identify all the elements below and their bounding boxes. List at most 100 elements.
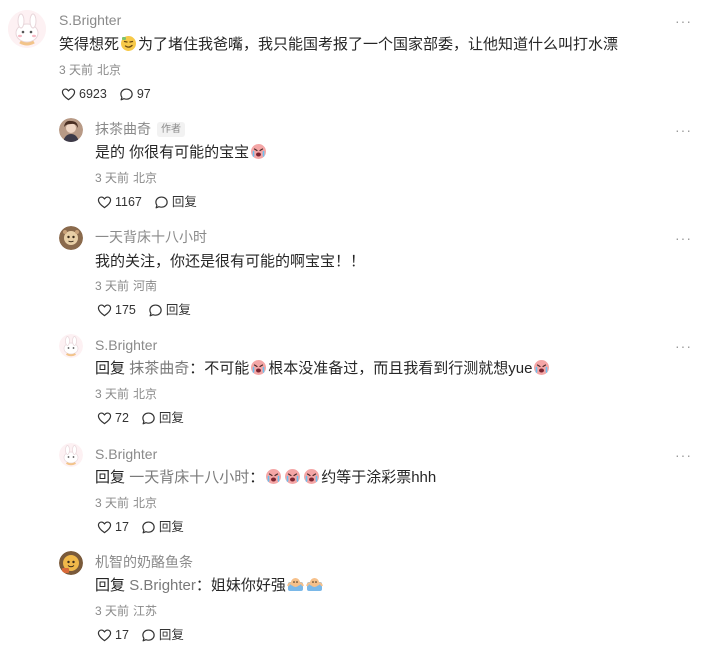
comment-actions: 1167 回复 [97,194,197,210]
speech-bubble-icon [142,411,155,424]
comment-meta: 3 天前 北京 [95,170,157,186]
location: 北京 [133,387,158,401]
crying-face-emoji-icon [284,468,301,485]
avatar[interactable] [8,10,46,48]
author-badge: 作者 [157,122,185,137]
timestamp: 3 天前 [95,604,130,618]
flexing-emoji-icon [305,576,323,593]
speech-bubble-icon [149,303,162,316]
reply-button[interactable]: 回复 [141,410,184,426]
timestamp: 3 天前 [95,279,130,293]
speech-bubble-icon [142,520,155,533]
comment-actions: 17 回复 [97,627,184,643]
comment-meta: 3 天前 北京 [95,386,157,402]
reply-button[interactable]: 回复 [141,627,184,643]
reply-label: 回复 [158,628,184,642]
reply-button[interactable]: 回复 [154,194,197,210]
reply-count-button[interactable]: 97 [119,86,151,102]
comment-text: 回复 一天背床十八小时： 约等于涂彩票hhh [95,468,437,486]
heart-outline-icon [97,303,112,316]
heart-outline-icon [61,87,76,100]
speech-bubble-icon [142,628,155,641]
like-count: 72 [115,411,129,425]
reply-comment: S.Brighter ··· 回复 一天背床十八小时： 约等于涂彩票hhh 3 天… [0,435,704,545]
reply-comment: 机智的奶酪鱼条 回复 S.Brighter：姐妹你好强 3 天前 江苏 17 回复 [0,543,704,652]
heart-outline-icon [97,628,112,641]
comment-text: 回复 S.Brighter：姐妹你好强 [95,576,324,596]
comment-meta: 3 天前 北京 [95,495,157,511]
flexing-emoji-icon [286,576,304,593]
timestamp: 3 天前 [95,171,130,185]
avatar[interactable] [59,551,83,575]
reply-to-user-link[interactable]: 抹茶曲奇 [129,360,189,377]
comment-actions: 17 回复 [97,519,184,535]
avatar[interactable] [59,334,83,358]
like-count: 175 [115,303,136,317]
reply-comment: S.Brighter ··· 回复 抹茶曲奇：不可能 根本没准备过，而且我看到行测… [0,326,704,436]
avatar[interactable] [59,226,83,250]
reply-button[interactable]: 回复 [141,519,184,535]
heart-outline-icon [97,195,112,208]
timestamp: 3 天前 [59,63,94,77]
like-button[interactable]: 1167 [97,194,142,210]
location: 江苏 [133,604,158,618]
reply-comment: 抹茶曲奇 作者 ··· 是的 你很有可能的宝宝 3 天前 北京 1167 回复 [0,110,704,220]
reply-to-user-link[interactable]: S.Brighter [129,577,196,594]
timestamp: 3 天前 [95,387,130,401]
username[interactable]: 抹茶曲奇 作者 [95,120,185,138]
username[interactable]: S.Brighter [59,11,121,29]
more-options-icon[interactable]: ··· [675,339,692,353]
like-button[interactable]: 175 [97,302,136,318]
comment-meta: 3 天前 江苏 [95,603,157,619]
like-button[interactable]: 6923 [61,86,107,102]
reply-button[interactable]: 回复 [148,302,191,318]
username[interactable]: S.Brighter [95,336,157,354]
heart-outline-icon [97,411,112,424]
crying-face-emoji-icon [303,468,320,485]
comment-top-level: S.Brighter ··· 笑得想死 为了堵住我爸嘴，我只能国考报了一个国家部委… [0,0,704,110]
location: 北京 [97,63,122,77]
comment-text: 我的关注，你还是很有可能的啊宝宝！！ [95,253,366,270]
reply-comment: 一天背床十八小时 ··· 我的关注，你还是很有可能的啊宝宝！！ 3 天前 河南 1… [0,218,704,328]
more-options-icon[interactable]: ··· [675,123,692,137]
speech-bubble-icon [155,195,168,208]
more-options-icon[interactable]: ··· [675,14,692,28]
crying-face-emoji-icon [265,468,282,485]
reply-label: 回复 [171,195,197,209]
like-button[interactable]: 17 [97,627,129,643]
crying-face-emoji-icon [533,359,550,376]
like-count: 1167 [115,195,142,209]
avatar[interactable] [59,118,83,142]
avatar[interactable] [59,443,83,467]
comment-text: 笑得想死 为了堵住我爸嘴，我只能国考报了一个国家部委，让他知道什么叫打水漂 [59,35,619,53]
like-button[interactable]: 72 [97,410,129,426]
reply-label: 回复 [165,303,191,317]
comment-actions: 72 回复 [97,410,184,426]
comment-actions: 6923 97 [61,86,151,102]
reply-label: 回复 [158,411,184,425]
location: 北京 [133,496,158,510]
reply-count: 97 [136,87,151,101]
comment-actions: 175 回复 [97,302,191,318]
timestamp: 3 天前 [95,496,130,510]
crying-face-emoji-icon [250,143,267,160]
speech-bubble-icon [120,87,133,100]
like-button[interactable]: 17 [97,519,129,535]
smirk-emoji-icon [120,35,137,52]
username[interactable]: 一天背床十八小时 [95,228,207,246]
crying-face-emoji-icon [250,359,267,376]
username[interactable]: 机智的奶酪鱼条 [95,553,193,571]
heart-outline-icon [97,520,112,533]
reply-label: 回复 [158,520,184,534]
like-count: 17 [115,628,129,642]
more-options-icon[interactable]: ··· [675,231,692,245]
like-count: 6923 [79,87,107,101]
like-count: 17 [115,520,129,534]
username[interactable]: S.Brighter [95,445,157,463]
more-options-icon[interactable]: ··· [675,448,692,462]
reply-to-user-link[interactable]: 一天背床十八小时 [129,469,249,486]
location: 北京 [133,171,158,185]
comment-meta: 3 天前 河南 [95,278,157,294]
comment-text: 是的 你很有可能的宝宝 [95,143,268,163]
comment-text: 回复 抹茶曲奇：不可能 根本没准备过，而且我看到行测就想yue [95,359,551,379]
